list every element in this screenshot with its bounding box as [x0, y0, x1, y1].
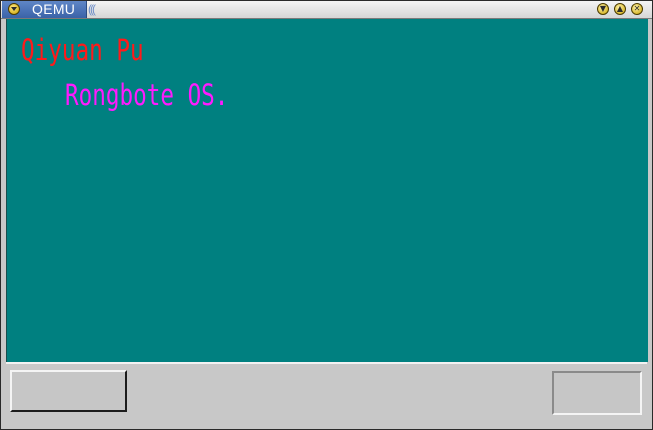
title-tab[interactable]: QEMU	[2, 1, 87, 18]
minimize-icon[interactable]: ▼	[597, 3, 609, 15]
close-icon[interactable]: ✕	[631, 3, 643, 15]
status-area	[6, 362, 647, 422]
qemu-window: QEMU ((( ▼ ▲ ✕ Qiyuan Pu Rongbote OS.	[0, 0, 653, 430]
status-panel-right[interactable]	[552, 371, 642, 415]
console-line-name: Qiyuan Pu	[21, 33, 144, 67]
guest-display[interactable]: Qiyuan Pu Rongbote OS.	[6, 19, 648, 362]
title-grip-decoration: (((	[88, 2, 96, 16]
console-line-os: Rongbote OS.	[65, 78, 229, 112]
window-title: QEMU	[32, 1, 76, 17]
maximize-icon[interactable]: ▲	[614, 3, 626, 15]
status-panel-left[interactable]	[10, 370, 127, 412]
window-menu-icon[interactable]	[8, 3, 20, 15]
title-bar[interactable]: QEMU ((( ▼ ▲ ✕	[1, 1, 652, 19]
